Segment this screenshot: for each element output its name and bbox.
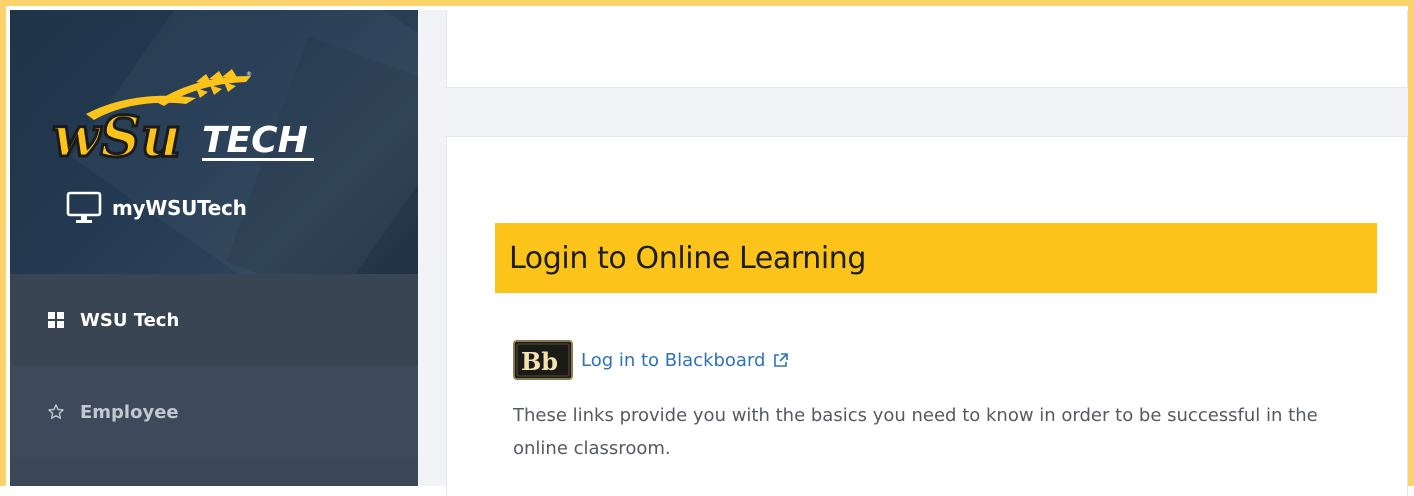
blackboard-link-text: Log in to Blackboard	[581, 349, 766, 371]
wsu-tech-logo[interactable]: wSu TECH ®	[46, 62, 326, 172]
top-card	[446, 10, 1408, 88]
sidebar-item-employee[interactable]: Employee	[10, 366, 418, 458]
monitor-icon	[66, 191, 102, 223]
svg-text:wSu: wSu	[52, 104, 181, 170]
sidebar-header: wSu TECH ® myWSUTech	[10, 10, 418, 274]
blackboard-link-row: Bb Log in to Blackboard	[513, 339, 790, 381]
svg-text:TECH: TECH	[202, 120, 308, 161]
blackboard-login-link[interactable]: Log in to Blackboard	[581, 350, 790, 371]
section-heading: Login to Online Learning	[495, 223, 1377, 293]
main-content: Login to Online Learning Bb Log in to Bl…	[418, 10, 1408, 496]
online-learning-card: Login to Online Learning Bb Log in to Bl…	[446, 136, 1408, 496]
section-title: Login to Online Learning	[509, 240, 867, 276]
external-link-icon	[774, 353, 789, 367]
sidebar-item-label: Employee	[80, 401, 179, 423]
star-icon	[46, 402, 66, 422]
app-title-text: myWSUTech	[112, 196, 247, 220]
description-text: These links provide you with the basics …	[513, 405, 1318, 459]
app-title[interactable]: myWSUTech	[66, 188, 247, 228]
sidebar-item-label: WSU Tech	[80, 309, 180, 331]
blackboard-logo[interactable]: Bb	[513, 340, 573, 380]
sidebar: wSu TECH ® myWSUTech WSU Tech Employee	[10, 10, 418, 486]
grid-icon	[46, 310, 66, 330]
svg-text:®: ®	[246, 71, 252, 78]
sidebar-item-wsu-tech[interactable]: WSU Tech	[10, 274, 418, 366]
blackboard-logo-text: Bb	[521, 347, 558, 376]
